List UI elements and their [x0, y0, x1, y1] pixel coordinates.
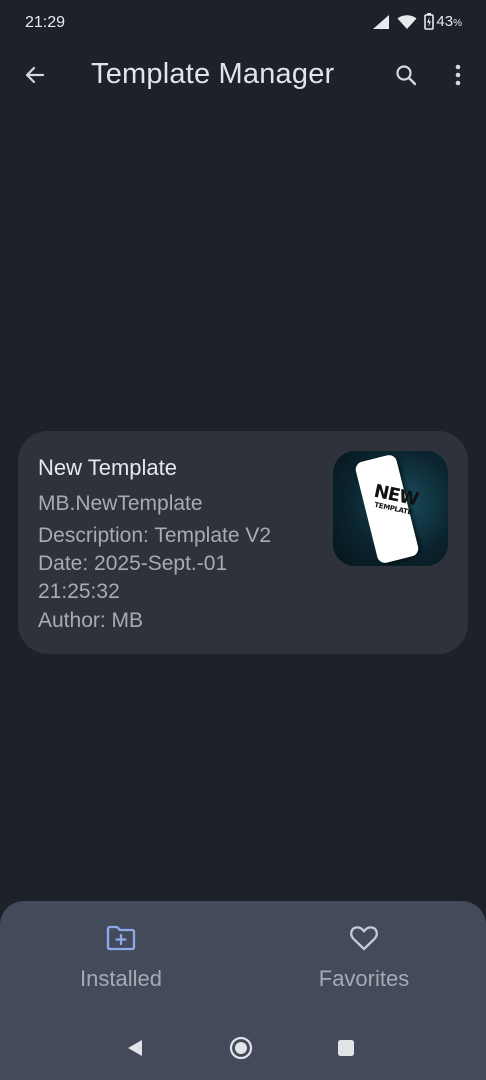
template-description: Description: Template V2 [38, 524, 272, 547]
back-arrow-icon [23, 63, 47, 92]
battery-indicator: 43% [424, 13, 462, 30]
template-name: New Template [38, 455, 177, 480]
triangle-back-icon [126, 1038, 144, 1063]
status-bar: 21:29 43% [0, 0, 486, 48]
system-home-button[interactable] [229, 1036, 253, 1065]
battery-icon [424, 13, 435, 30]
page-title: Template Manager [91, 58, 335, 90]
nav-item-installed[interactable]: Installed [21, 925, 221, 992]
template-id: MB.NewTemplate [38, 492, 203, 515]
folder-add-icon [106, 925, 136, 956]
nav-label-installed: Installed [80, 966, 162, 991]
heart-outline-icon [349, 925, 379, 956]
template-time: 21:25:32 [38, 580, 120, 603]
template-card[interactable]: New Template MB.NewTemplate Description:… [18, 431, 468, 654]
system-back-button[interactable] [125, 1038, 145, 1063]
back-button[interactable] [18, 60, 52, 94]
template-author: Author: MB [38, 609, 144, 632]
square-recents-icon [337, 1039, 355, 1062]
battery-percent: 43% [436, 13, 462, 30]
search-button[interactable] [389, 60, 423, 94]
system-recents-button[interactable] [337, 1039, 355, 1062]
status-icons: 43% [372, 13, 462, 30]
more-options-button[interactable] [441, 60, 475, 94]
search-icon [394, 63, 418, 92]
screen: 21:29 43% Template Manager New Template … [0, 0, 486, 1080]
nav-label-favorites: Favorites [318, 966, 410, 991]
status-time: 21:29 [25, 14, 66, 31]
signal-icon [372, 14, 390, 30]
nav-item-favorites[interactable]: Favorites [264, 925, 464, 992]
template-date: Date: 2025-Sept.-01 [38, 552, 228, 575]
app-bar: Template Manager [0, 48, 486, 104]
more-vert-icon [454, 64, 462, 91]
template-thumbnail: NEW TEMPLATE [333, 451, 448, 566]
home-circle-icon [229, 1036, 253, 1065]
wifi-icon [397, 14, 417, 30]
